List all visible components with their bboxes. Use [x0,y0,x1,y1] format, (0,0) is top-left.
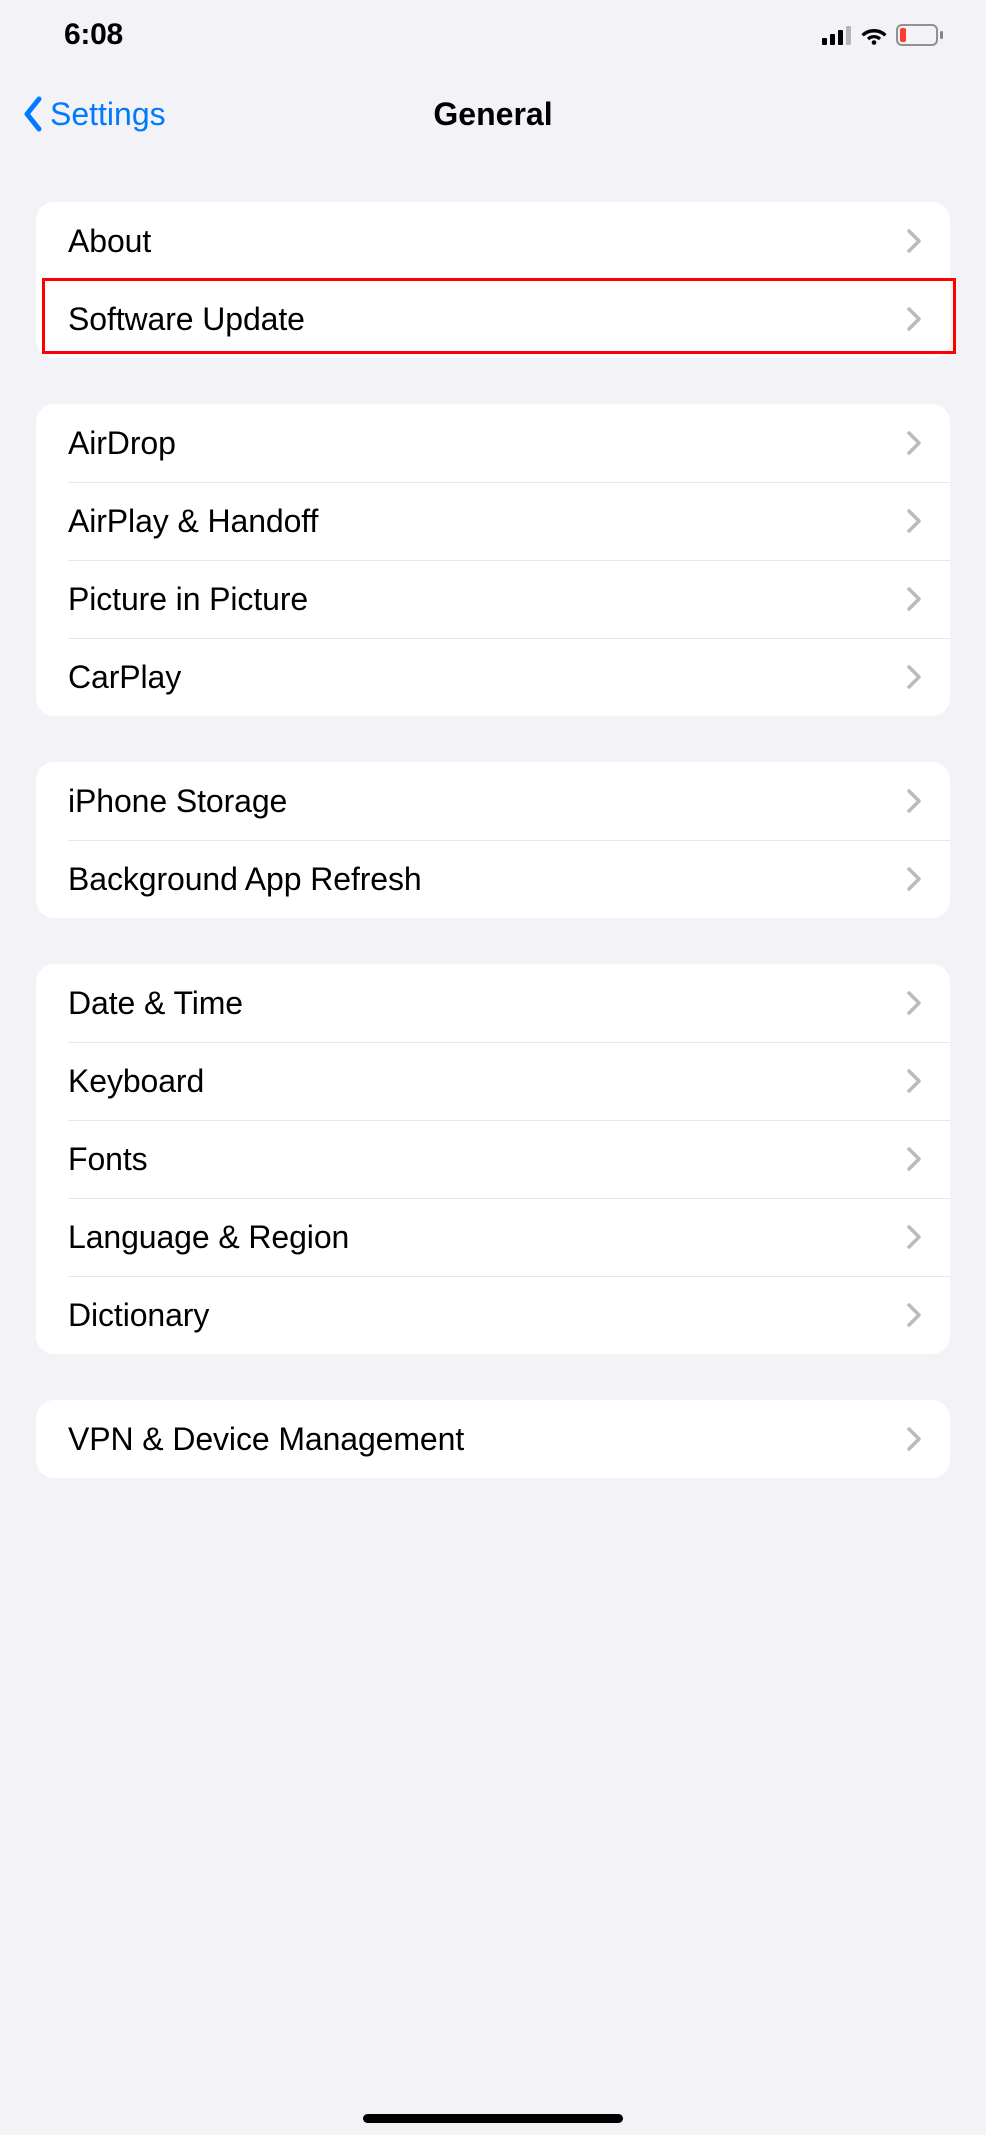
row-label: Picture in Picture [68,581,308,618]
row-software-update[interactable]: Software Update [36,280,950,358]
row-carplay[interactable]: CarPlay [36,638,950,716]
row-vpn-device-management[interactable]: VPN & Device Management [36,1400,950,1478]
row-label: Language & Region [68,1219,349,1256]
status-bar: 6:08 [0,0,986,70]
settings-group: Date & Time Keyboard Fonts Language & Regio… [36,964,950,1354]
row-label: iPhone Storage [68,783,287,820]
navigation-bar: Settings General [0,70,986,158]
row-airdrop[interactable]: AirDrop [36,404,950,482]
row-label: About [68,223,151,260]
row-dictionary[interactable]: Dictionary [36,1276,950,1354]
chevron-right-icon [906,1068,922,1094]
chevron-right-icon [906,664,922,690]
home-indicator[interactable] [363,2114,623,2123]
chevron-right-icon [906,1302,922,1328]
chevron-right-icon [906,228,922,254]
row-label: CarPlay [68,659,181,696]
row-picture-in-picture[interactable]: Picture in Picture [36,560,950,638]
chevron-right-icon [906,788,922,814]
settings-group: About Software Update [36,202,950,358]
page-title: General [433,96,552,133]
status-indicators [822,24,944,46]
row-label: Fonts [68,1141,148,1178]
row-label: Dictionary [68,1297,209,1334]
settings-content: About Software Update AirDrop AirPlay & Han… [0,202,986,1478]
chevron-left-icon [22,96,44,132]
row-label: Background App Refresh [68,861,422,898]
back-label: Settings [50,96,166,133]
row-label: Keyboard [68,1063,204,1100]
chevron-right-icon [906,1224,922,1250]
chevron-right-icon [906,586,922,612]
wifi-icon [860,25,888,45]
row-background-app-refresh[interactable]: Background App Refresh [36,840,950,918]
row-language-region[interactable]: Language & Region [36,1198,950,1276]
chevron-right-icon [906,306,922,332]
row-iphone-storage[interactable]: iPhone Storage [36,762,950,840]
chevron-right-icon [906,1146,922,1172]
row-label: VPN & Device Management [68,1421,464,1458]
status-time: 6:08 [64,18,123,52]
chevron-right-icon [906,990,922,1016]
row-label: AirDrop [68,425,176,462]
settings-group: VPN & Device Management [36,1400,950,1478]
row-about[interactable]: About [36,202,950,280]
row-date-time[interactable]: Date & Time [36,964,950,1042]
back-button[interactable]: Settings [22,96,166,133]
battery-low-icon [896,24,944,46]
row-label: Date & Time [68,985,243,1022]
chevron-right-icon [906,508,922,534]
row-label: Software Update [68,301,305,338]
settings-group: AirDrop AirPlay & Handoff Picture in Pictu… [36,404,950,716]
chevron-right-icon [906,430,922,456]
row-keyboard[interactable]: Keyboard [36,1042,950,1120]
chevron-right-icon [906,1426,922,1452]
settings-group: iPhone Storage Background App Refresh [36,762,950,918]
cellular-signal-icon [822,25,852,45]
row-label: AirPlay & Handoff [68,503,318,540]
row-fonts[interactable]: Fonts [36,1120,950,1198]
row-airplay-handoff[interactable]: AirPlay & Handoff [36,482,950,560]
chevron-right-icon [906,866,922,892]
